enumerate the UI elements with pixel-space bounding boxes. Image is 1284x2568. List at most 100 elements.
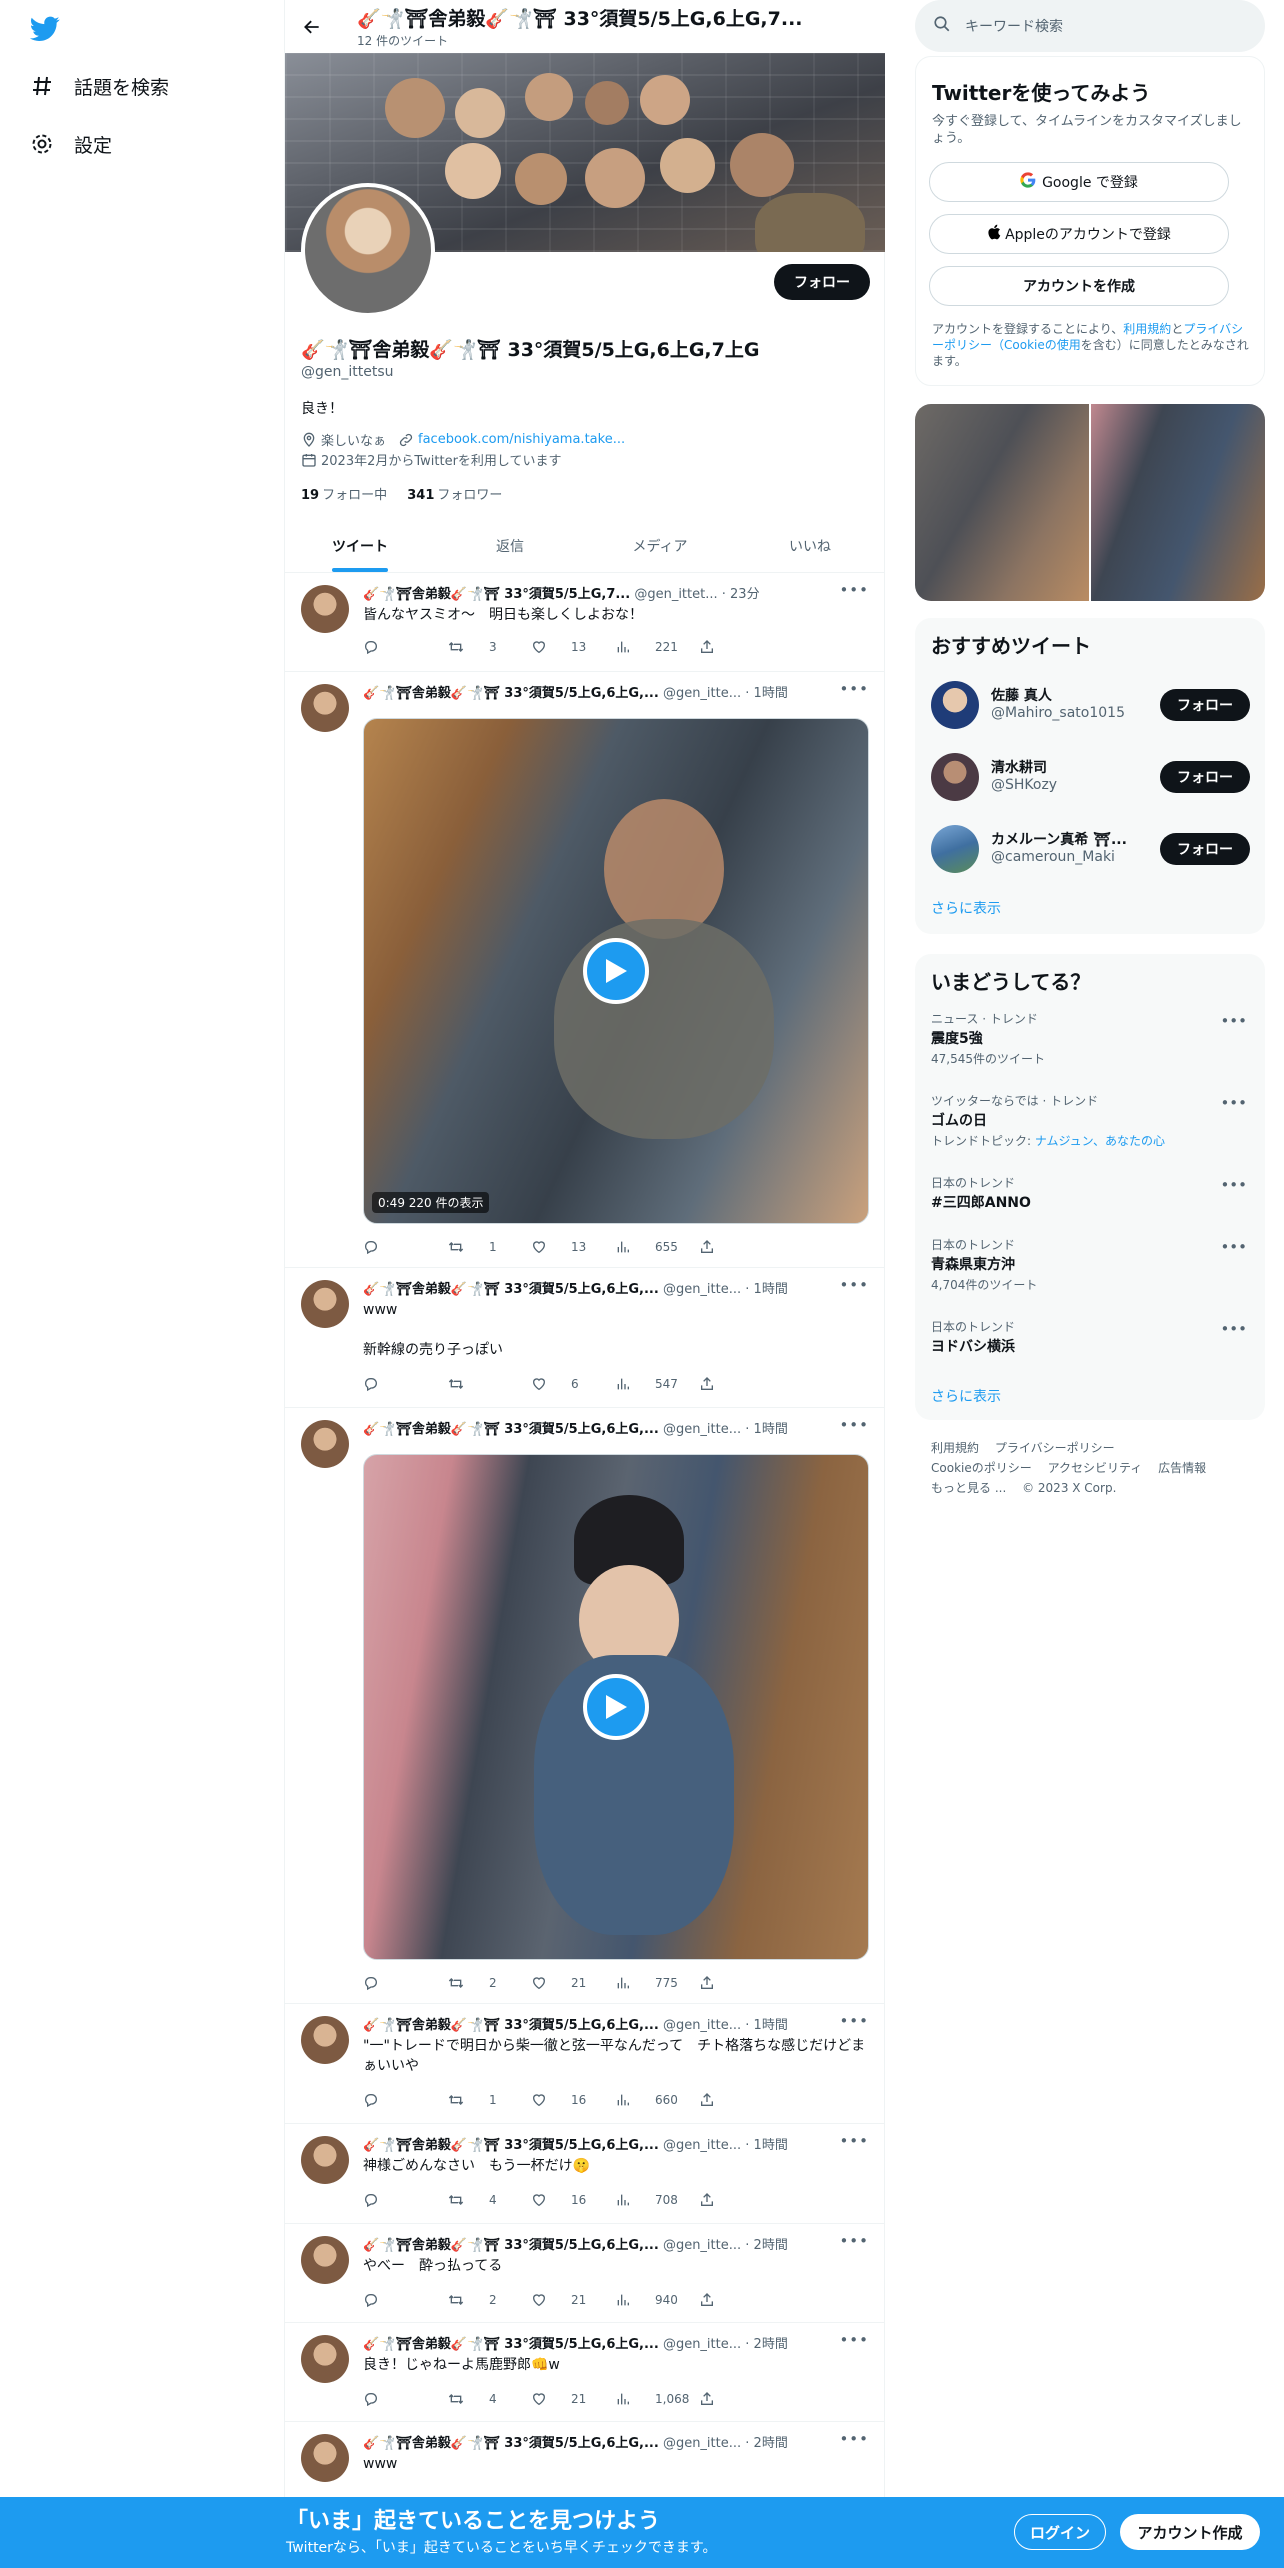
trend-topic-link[interactable]: ナムジュン、あなたの心 bbox=[1035, 1134, 1165, 1148]
like-action[interactable]: 21 bbox=[531, 1973, 615, 1993]
share-icon[interactable] bbox=[699, 2190, 783, 2210]
tweet-avatar[interactable] bbox=[301, 2335, 349, 2383]
create-account-button[interactable]: アカウントを作成 bbox=[929, 266, 1229, 306]
tab-media[interactable]: メディア bbox=[585, 520, 735, 572]
play-icon[interactable] bbox=[583, 1674, 649, 1740]
retweet-action[interactable]: 2 bbox=[447, 1973, 531, 1993]
retweet-action[interactable]: 4 bbox=[447, 2190, 531, 2210]
footer-link[interactable]: 利用規約 bbox=[931, 1441, 979, 1455]
tweet-avatar[interactable] bbox=[301, 585, 349, 633]
footer-link[interactable]: もっと見る ... bbox=[931, 1481, 1006, 1495]
signup-button[interactable]: アカウント作成 bbox=[1120, 2514, 1260, 2550]
tweet[interactable]: 🎸🤺⛩舎弟毅🎸🤺⛩ 33°須賀5/5上G,6上G,... @gen_itte..… bbox=[285, 2124, 885, 2224]
more-icon[interactable]: ••• bbox=[1220, 1320, 1247, 1338]
tab-tweets[interactable]: ツイート bbox=[285, 520, 435, 572]
follow-button[interactable]: フォロー bbox=[1160, 689, 1250, 721]
like-action[interactable]: 13 bbox=[531, 1237, 615, 1257]
more-icon[interactable]: ••• bbox=[839, 2232, 869, 2250]
like-action[interactable]: 16 bbox=[531, 2090, 615, 2110]
views-action[interactable]: 221 bbox=[615, 637, 699, 657]
tweet-video[interactable] bbox=[363, 1454, 869, 1960]
share-icon[interactable] bbox=[699, 2290, 783, 2310]
tweet[interactable]: 🎸🤺⛩舎弟毅🎸🤺⛩ 33°須賀5/5上G,6上G,... @gen_itte..… bbox=[285, 2323, 885, 2422]
retweet-action[interactable] bbox=[447, 1374, 531, 1394]
like-action[interactable]: 16 bbox=[531, 2190, 615, 2210]
views-action[interactable]: 708 bbox=[615, 2190, 699, 2210]
tab-replies[interactable]: 返信 bbox=[435, 520, 585, 572]
play-icon[interactable] bbox=[583, 938, 649, 1004]
show-more-link[interactable]: さらに表示 bbox=[931, 1386, 1001, 1406]
share-icon[interactable] bbox=[699, 2389, 783, 2409]
back-arrow-icon[interactable] bbox=[299, 14, 325, 40]
profile-avatar[interactable] bbox=[301, 183, 435, 317]
tweet[interactable]: 🎸🤺⛩舎弟毅🎸🤺⛩ 33°須賀5/5上G,6上G,... @gen_itte..… bbox=[285, 1268, 885, 1408]
avatar[interactable] bbox=[931, 825, 979, 873]
following-link[interactable]: 19 フォロー中 bbox=[301, 488, 387, 503]
retweet-action[interactable]: 3 bbox=[447, 637, 531, 657]
more-icon[interactable]: ••• bbox=[839, 2430, 869, 2448]
footer-link[interactable]: アクセシビリティ bbox=[1048, 1461, 1143, 1475]
reply-action[interactable] bbox=[363, 637, 447, 657]
apple-signup-button[interactable]: Appleのアカウントで登録 bbox=[929, 214, 1229, 254]
reply-action[interactable] bbox=[363, 2389, 447, 2409]
tweet-avatar[interactable] bbox=[301, 2136, 349, 2184]
views-action[interactable]: 547 bbox=[615, 1374, 699, 1394]
followers-link[interactable]: 341 フォロワー bbox=[407, 488, 502, 503]
more-icon[interactable]: ••• bbox=[1220, 1012, 1247, 1030]
more-icon[interactable]: ••• bbox=[839, 581, 869, 599]
tweet-avatar[interactable] bbox=[301, 1420, 349, 1468]
tweet-avatar[interactable] bbox=[301, 684, 349, 732]
media-thumb[interactable] bbox=[915, 404, 1089, 601]
reply-action[interactable] bbox=[363, 1973, 447, 1993]
reply-action[interactable] bbox=[363, 2090, 447, 2110]
footer-link[interactable]: Cookieのポリシー bbox=[931, 1461, 1032, 1475]
retweet-action[interactable]: 4 bbox=[447, 2389, 531, 2409]
tweet-avatar[interactable] bbox=[301, 2434, 349, 2482]
media-thumb[interactable] bbox=[1091, 404, 1265, 601]
retweet-action[interactable]: 1 bbox=[447, 2090, 531, 2110]
more-icon[interactable]: ••• bbox=[839, 2012, 869, 2030]
google-signup-button[interactable]: Google で登録 bbox=[929, 162, 1229, 202]
share-icon[interactable] bbox=[699, 2090, 783, 2110]
more-icon[interactable]: ••• bbox=[839, 680, 869, 698]
like-action[interactable]: 13 bbox=[531, 637, 615, 657]
tweet[interactable]: 🎸🤺⛩舎弟毅🎸🤺⛩ 33°須賀5/5上G,7... @gen_ittet... … bbox=[285, 573, 885, 672]
follow-button[interactable]: フォロー bbox=[1160, 833, 1250, 865]
more-icon[interactable]: ••• bbox=[1220, 1094, 1247, 1112]
media-preview-grid[interactable] bbox=[915, 404, 1265, 601]
views-action[interactable]: 660 bbox=[615, 2090, 699, 2110]
twitter-bird-icon[interactable] bbox=[29, 16, 60, 42]
views-action[interactable]: 1,068 bbox=[615, 2389, 699, 2409]
more-icon[interactable]: ••• bbox=[1220, 1238, 1247, 1256]
follow-button[interactable]: フォロー bbox=[774, 264, 870, 300]
search-input[interactable]: キーワード検索 bbox=[965, 16, 1063, 36]
tweet-video[interactable]: 0:49 220 件の表示 bbox=[363, 718, 869, 1224]
tweet-avatar[interactable] bbox=[301, 1280, 349, 1328]
avatar[interactable] bbox=[931, 681, 979, 729]
more-icon[interactable]: ••• bbox=[839, 1276, 869, 1294]
share-icon[interactable] bbox=[699, 637, 783, 657]
reply-action[interactable] bbox=[363, 2290, 447, 2310]
terms-link[interactable]: 利用規約 bbox=[1123, 322, 1171, 336]
recommended-user[interactable]: カメルーン真希 ⛩... @cameroun_Maki フォロー bbox=[915, 817, 1265, 877]
tweet-avatar[interactable] bbox=[301, 2016, 349, 2064]
views-action[interactable]: 940 bbox=[615, 2290, 699, 2310]
footer-link[interactable]: 広告情報 bbox=[1158, 1461, 1206, 1475]
tweet[interactable]: 🎸🤺⛩舎弟毅🎸🤺⛩ 33°須賀5/5上G,6上G,... @gen_itte..… bbox=[285, 672, 885, 1268]
like-action[interactable]: 6 bbox=[531, 1374, 615, 1394]
tweet-avatar[interactable] bbox=[301, 2236, 349, 2284]
footer-link[interactable]: プライバシーポリシー bbox=[995, 1441, 1115, 1455]
like-action[interactable]: 21 bbox=[531, 2290, 615, 2310]
views-action[interactable]: 655 bbox=[615, 1237, 699, 1257]
reply-action[interactable] bbox=[363, 2190, 447, 2210]
recommended-user[interactable]: 清水耕司 @SHKozy フォロー bbox=[915, 745, 1265, 805]
reply-action[interactable] bbox=[363, 1237, 447, 1257]
share-icon[interactable] bbox=[699, 1237, 783, 1257]
recommended-user[interactable]: 佐藤 真人 @Mahiro_sato1015 フォロー bbox=[915, 673, 1265, 733]
reply-action[interactable] bbox=[363, 1374, 447, 1394]
show-more-link[interactable]: さらに表示 bbox=[931, 898, 1001, 918]
profile-url[interactable]: facebook.com/nishiyama.take... bbox=[418, 432, 625, 447]
follow-button[interactable]: フォロー bbox=[1160, 761, 1250, 793]
more-icon[interactable]: ••• bbox=[839, 2132, 869, 2150]
avatar[interactable] bbox=[931, 753, 979, 801]
